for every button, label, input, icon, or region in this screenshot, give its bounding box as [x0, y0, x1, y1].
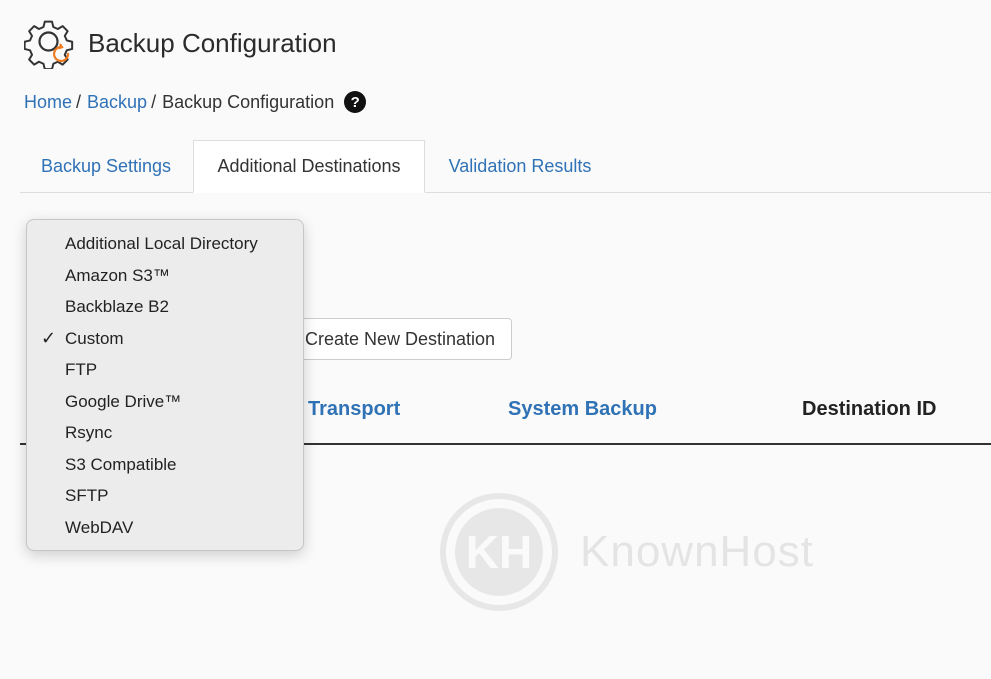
dropdown-option[interactable]: Rsync — [27, 419, 303, 447]
dropdown-option-label: Custom — [65, 328, 124, 348]
help-icon[interactable]: ? — [344, 91, 367, 113]
breadcrumb-separator: / — [151, 91, 157, 112]
dropdown-option[interactable]: Backblaze B2 — [27, 293, 303, 321]
column-header-system-backup[interactable]: System Backup — [508, 398, 657, 421]
dropdown-option-label: Google Drive™ — [65, 391, 182, 411]
dropdown-option[interactable]: S3 Compatible — [27, 451, 303, 479]
knownhost-logo-icon: KH — [440, 493, 558, 611]
column-header-transport[interactable]: Transport — [308, 398, 400, 421]
page-header: Backup Configuration — [24, 16, 337, 70]
dropdown-option[interactable]: Additional Local Directory — [27, 230, 303, 258]
dropdown-option[interactable]: Google Drive™ — [27, 388, 303, 416]
breadcrumb-home-link[interactable]: Home — [24, 92, 72, 113]
breadcrumb: Home / Backup / Backup Configuration ? — [24, 89, 367, 115]
breadcrumb-current: Backup Configuration — [162, 91, 335, 112]
dropdown-option-label: S3 Compatible — [65, 454, 177, 474]
create-new-destination-button[interactable]: Create New Destination — [286, 318, 512, 360]
watermark-mark: KH — [455, 508, 543, 596]
column-header-destination-id: Destination ID — [802, 398, 937, 420]
dropdown-option[interactable]: FTP — [27, 356, 303, 384]
dropdown-option-label: WebDAV — [65, 517, 134, 537]
dropdown-option-label: FTP — [65, 360, 98, 379]
dropdown-option-label: Amazon S3™ — [65, 265, 170, 285]
page-title: Backup Configuration — [88, 27, 337, 58]
dropdown-option-label: SFTP — [65, 486, 109, 505]
watermark-text: KnownHost — [580, 527, 815, 576]
checkmark-icon: ✓ — [41, 328, 57, 348]
tab-bar: Backup Settings Additional Destinations … — [20, 140, 991, 193]
dropdown-option[interactable]: SFTP — [27, 482, 303, 510]
dropdown-option[interactable]: Amazon S3™ — [27, 262, 303, 290]
tab-backup-settings[interactable]: Backup Settings — [20, 140, 192, 192]
tab-validation-results[interactable]: Validation Results — [425, 140, 615, 192]
dropdown-option-label: Backblaze B2 — [65, 297, 169, 316]
dropdown-option-label: Additional Local Directory — [65, 234, 258, 253]
destination-type-dropdown[interactable]: Additional Local Directory Amazon S3™ Ba… — [26, 219, 304, 551]
breadcrumb-backup-link[interactable]: Backup — [87, 92, 147, 113]
tab-additional-destinations[interactable]: Additional Destinations — [193, 140, 425, 193]
backup-gear-icon — [24, 20, 74, 69]
dropdown-option-selected[interactable]: ✓ Custom — [27, 325, 303, 353]
knownhost-watermark: KH KnownHost — [440, 492, 920, 612]
dropdown-option[interactable]: WebDAV — [27, 514, 303, 542]
dropdown-option-label: Rsync — [65, 423, 113, 442]
breadcrumb-separator: / — [76, 91, 82, 112]
